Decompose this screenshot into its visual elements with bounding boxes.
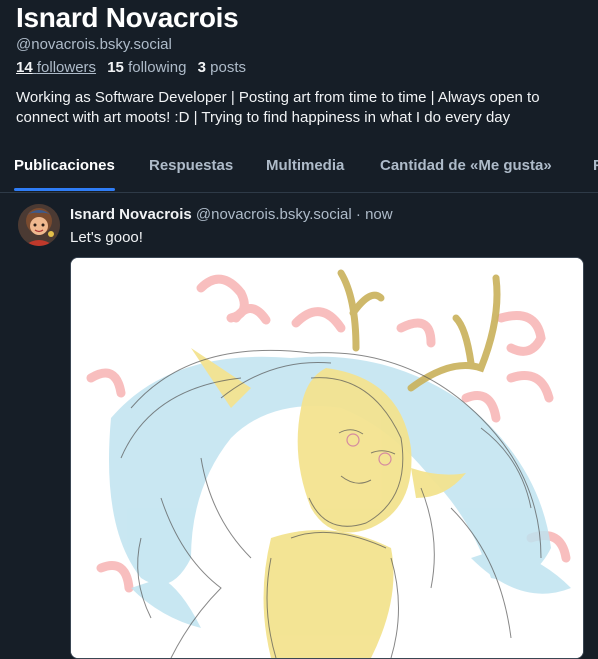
sketch-artwork-image <box>71 258 583 658</box>
posts-stat: 3 posts <box>198 59 246 76</box>
following-label: following <box>128 59 187 76</box>
profile-stats: 14 followers 15 following 3 posts <box>16 59 253 76</box>
bio-line: Working as Software Developer | Posting … <box>16 89 540 106</box>
tab-publicaciones[interactable]: Publicaciones <box>14 146 115 191</box>
posts-count: 3 <box>197 59 206 76</box>
followers-count: 14 <box>16 59 33 76</box>
posts-label: posts <box>210 59 246 76</box>
following-link[interactable]: 15 following <box>107 59 186 76</box>
post-author[interactable]: Isnard Novacrois <box>70 206 192 223</box>
bio-line: connect with art moots! :D | Trying to f… <box>16 109 511 126</box>
tab-overflow[interactable]: F <box>593 146 598 190</box>
tab-multimedia[interactable]: Multimedia <box>266 146 344 190</box>
feed-post[interactable]: Isnard Novacrois @novacrois.bsky.social … <box>0 193 598 659</box>
profile-handle: @novacrois.bsky.social <box>16 36 172 53</box>
followers-label: followers <box>36 59 97 76</box>
meta-separator: · <box>355 206 361 223</box>
post-time[interactable]: now <box>365 206 393 223</box>
following-count: 15 <box>107 59 124 76</box>
profile-bio: Working as Software Developer | Posting … <box>16 88 591 128</box>
profile-display-name: Isnard Novacrois <box>16 2 239 33</box>
post-text: Let's goo​o! <box>70 229 143 246</box>
post-handle[interactable]: @novacrois.bsky.social <box>196 206 352 223</box>
profile-tabs: Publicaciones Respuestas Multimedia Cant… <box>0 146 598 193</box>
tab-me-gusta[interactable]: Cantidad de «Me gusta» <box>380 146 552 190</box>
post-header: Isnard Novacrois @novacrois.bsky.social … <box>70 206 393 223</box>
post-image[interactable] <box>70 257 584 659</box>
tab-respuestas[interactable]: Respuestas <box>149 146 233 190</box>
followers-link[interactable]: 14 followers <box>16 59 96 76</box>
avatar[interactable] <box>18 204 60 246</box>
